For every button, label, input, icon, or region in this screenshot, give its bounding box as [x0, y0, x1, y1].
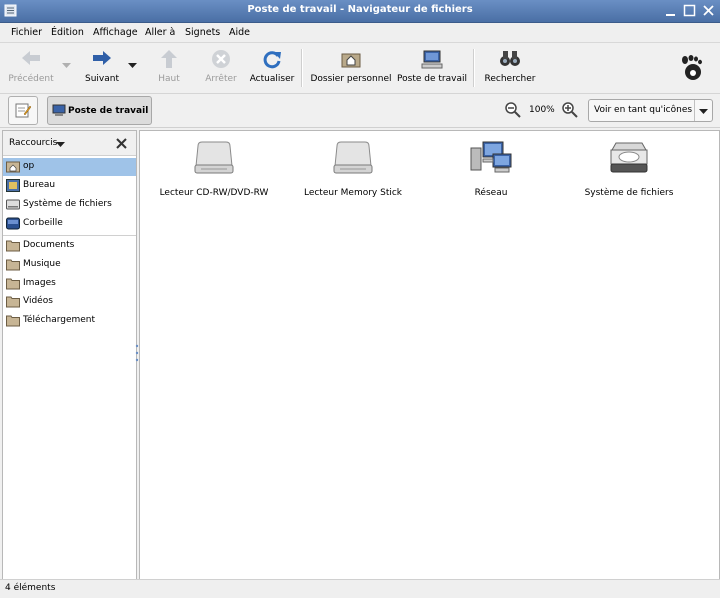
menu-affichage[interactable]: Affichage [93, 27, 138, 38]
sidebar-dropdown-icon[interactable] [56, 141, 65, 151]
sidebar-bookmark-images[interactable]: Images [3, 275, 136, 293]
sidebar-divider [3, 235, 136, 236]
zoom-in-icon[interactable] [562, 102, 578, 121]
close-sidebar-icon[interactable] [116, 138, 127, 152]
forward-button[interactable]: Suivant [76, 43, 128, 93]
harddisk-icon [607, 140, 651, 176]
folder-icon [6, 277, 20, 290]
title-bar[interactable]: Poste de travail - Navigateur de fichier… [0, 0, 720, 23]
window-title: Poste de travail - Navigateur de fichier… [247, 4, 473, 15]
maximize-icon[interactable] [683, 4, 696, 17]
view-mode-label: Voir en tant qu'icônes [594, 105, 693, 115]
sidebar-item-corbeille[interactable]: Corbeille [3, 215, 136, 233]
status-bar: 4 éléments [0, 579, 720, 598]
path-button-computer[interactable]: Poste de travail [47, 96, 152, 125]
computer-icon [421, 49, 443, 72]
sidebar-bookmark-videos[interactable]: Vidéos [3, 293, 136, 311]
sidebar-type-select[interactable]: Raccourcis [9, 138, 57, 148]
path-button-label: Poste de travail [68, 106, 149, 116]
menu-signets[interactable]: Signets [185, 27, 220, 38]
back-arrow-icon [21, 49, 41, 70]
close-icon[interactable] [702, 4, 715, 17]
sidebar-item-systeme-de-fichiers[interactable]: Système de fichiers [3, 196, 136, 214]
stop-icon [211, 49, 231, 72]
home-folder-icon [6, 160, 20, 173]
reload-button[interactable]: Actualiser [248, 43, 296, 93]
folder-icon [6, 239, 20, 252]
gnome-foot-logo-icon [680, 55, 704, 84]
up-button[interactable]: Haut [146, 43, 192, 93]
up-arrow-icon [160, 49, 178, 72]
menu-bar: Fichier Édition Affichage Aller à Signet… [0, 23, 720, 43]
forward-arrow-icon [92, 49, 112, 70]
zoom-level[interactable]: 100% [529, 105, 555, 115]
status-text: 4 éléments [5, 583, 56, 593]
home-folder-icon [340, 49, 362, 72]
sidebar-bookmark-musique[interactable]: Musique [3, 256, 136, 274]
stop-button[interactable]: Arrêter [198, 43, 244, 93]
folder-icon [6, 295, 20, 308]
device-memory-stick[interactable]: Lecteur Memory Stick [288, 140, 418, 198]
desktop-icon [6, 179, 20, 192]
search-button[interactable]: Rechercher [480, 43, 540, 93]
edit-location-icon [15, 102, 32, 121]
device-cd-dvd-drive[interactable]: Lecteur CD-RW/DVD-RW [149, 140, 279, 198]
location-bar: Poste de travail 100% Voir en tant qu'ic… [0, 94, 720, 128]
device-network[interactable]: Réseau [426, 140, 556, 198]
forward-history-dropdown-icon[interactable] [128, 62, 137, 72]
filesystem-icon [6, 198, 20, 211]
sidebar-bookmark-documents[interactable]: Documents [3, 237, 136, 255]
reload-icon [262, 49, 282, 72]
menu-edition[interactable]: Édition [51, 27, 84, 38]
icon-view[interactable]: Lecteur CD-RW/DVD-RW Lecteur Memory Stic… [139, 130, 720, 580]
minimize-icon[interactable] [664, 4, 677, 17]
home-folder-button[interactable]: Dossier personnel [308, 43, 394, 93]
computer-button[interactable]: Poste de travail [396, 43, 468, 93]
optical-drive-icon [192, 140, 236, 176]
view-mode-select[interactable]: Voir en tant qu'icônes [588, 99, 713, 122]
binoculars-icon [499, 49, 521, 70]
sidebar-bookmark-telechargement[interactable]: Téléchargement [3, 312, 136, 330]
toggle-location-entry-button[interactable] [8, 96, 38, 125]
back-button[interactable]: Précédent [4, 43, 58, 93]
sidebar: Raccourcis op Bureau Système de fichiers… [2, 130, 137, 580]
menu-fichier[interactable]: Fichier [11, 27, 42, 38]
network-icon [469, 140, 513, 176]
computer-small-icon [52, 104, 66, 119]
trash-icon [6, 217, 20, 230]
memory-stick-drive-icon [331, 140, 375, 176]
zoom-out-icon[interactable] [505, 102, 521, 121]
folder-icon [6, 314, 20, 327]
toolbar: Précédent Suivant Haut Arrêter Actualise… [0, 43, 720, 94]
chevron-down-icon [699, 108, 708, 118]
sidebar-header: Raccourcis [3, 131, 136, 156]
back-history-dropdown-icon[interactable] [62, 62, 71, 72]
sidebar-item-op[interactable]: op [3, 158, 136, 176]
sidebar-item-bureau[interactable]: Bureau [3, 177, 136, 195]
menu-aller-a[interactable]: Aller à [145, 27, 175, 38]
menu-aide[interactable]: Aide [229, 27, 250, 38]
device-filesystem[interactable]: Système de fichiers [564, 140, 694, 198]
folder-icon [6, 258, 20, 271]
